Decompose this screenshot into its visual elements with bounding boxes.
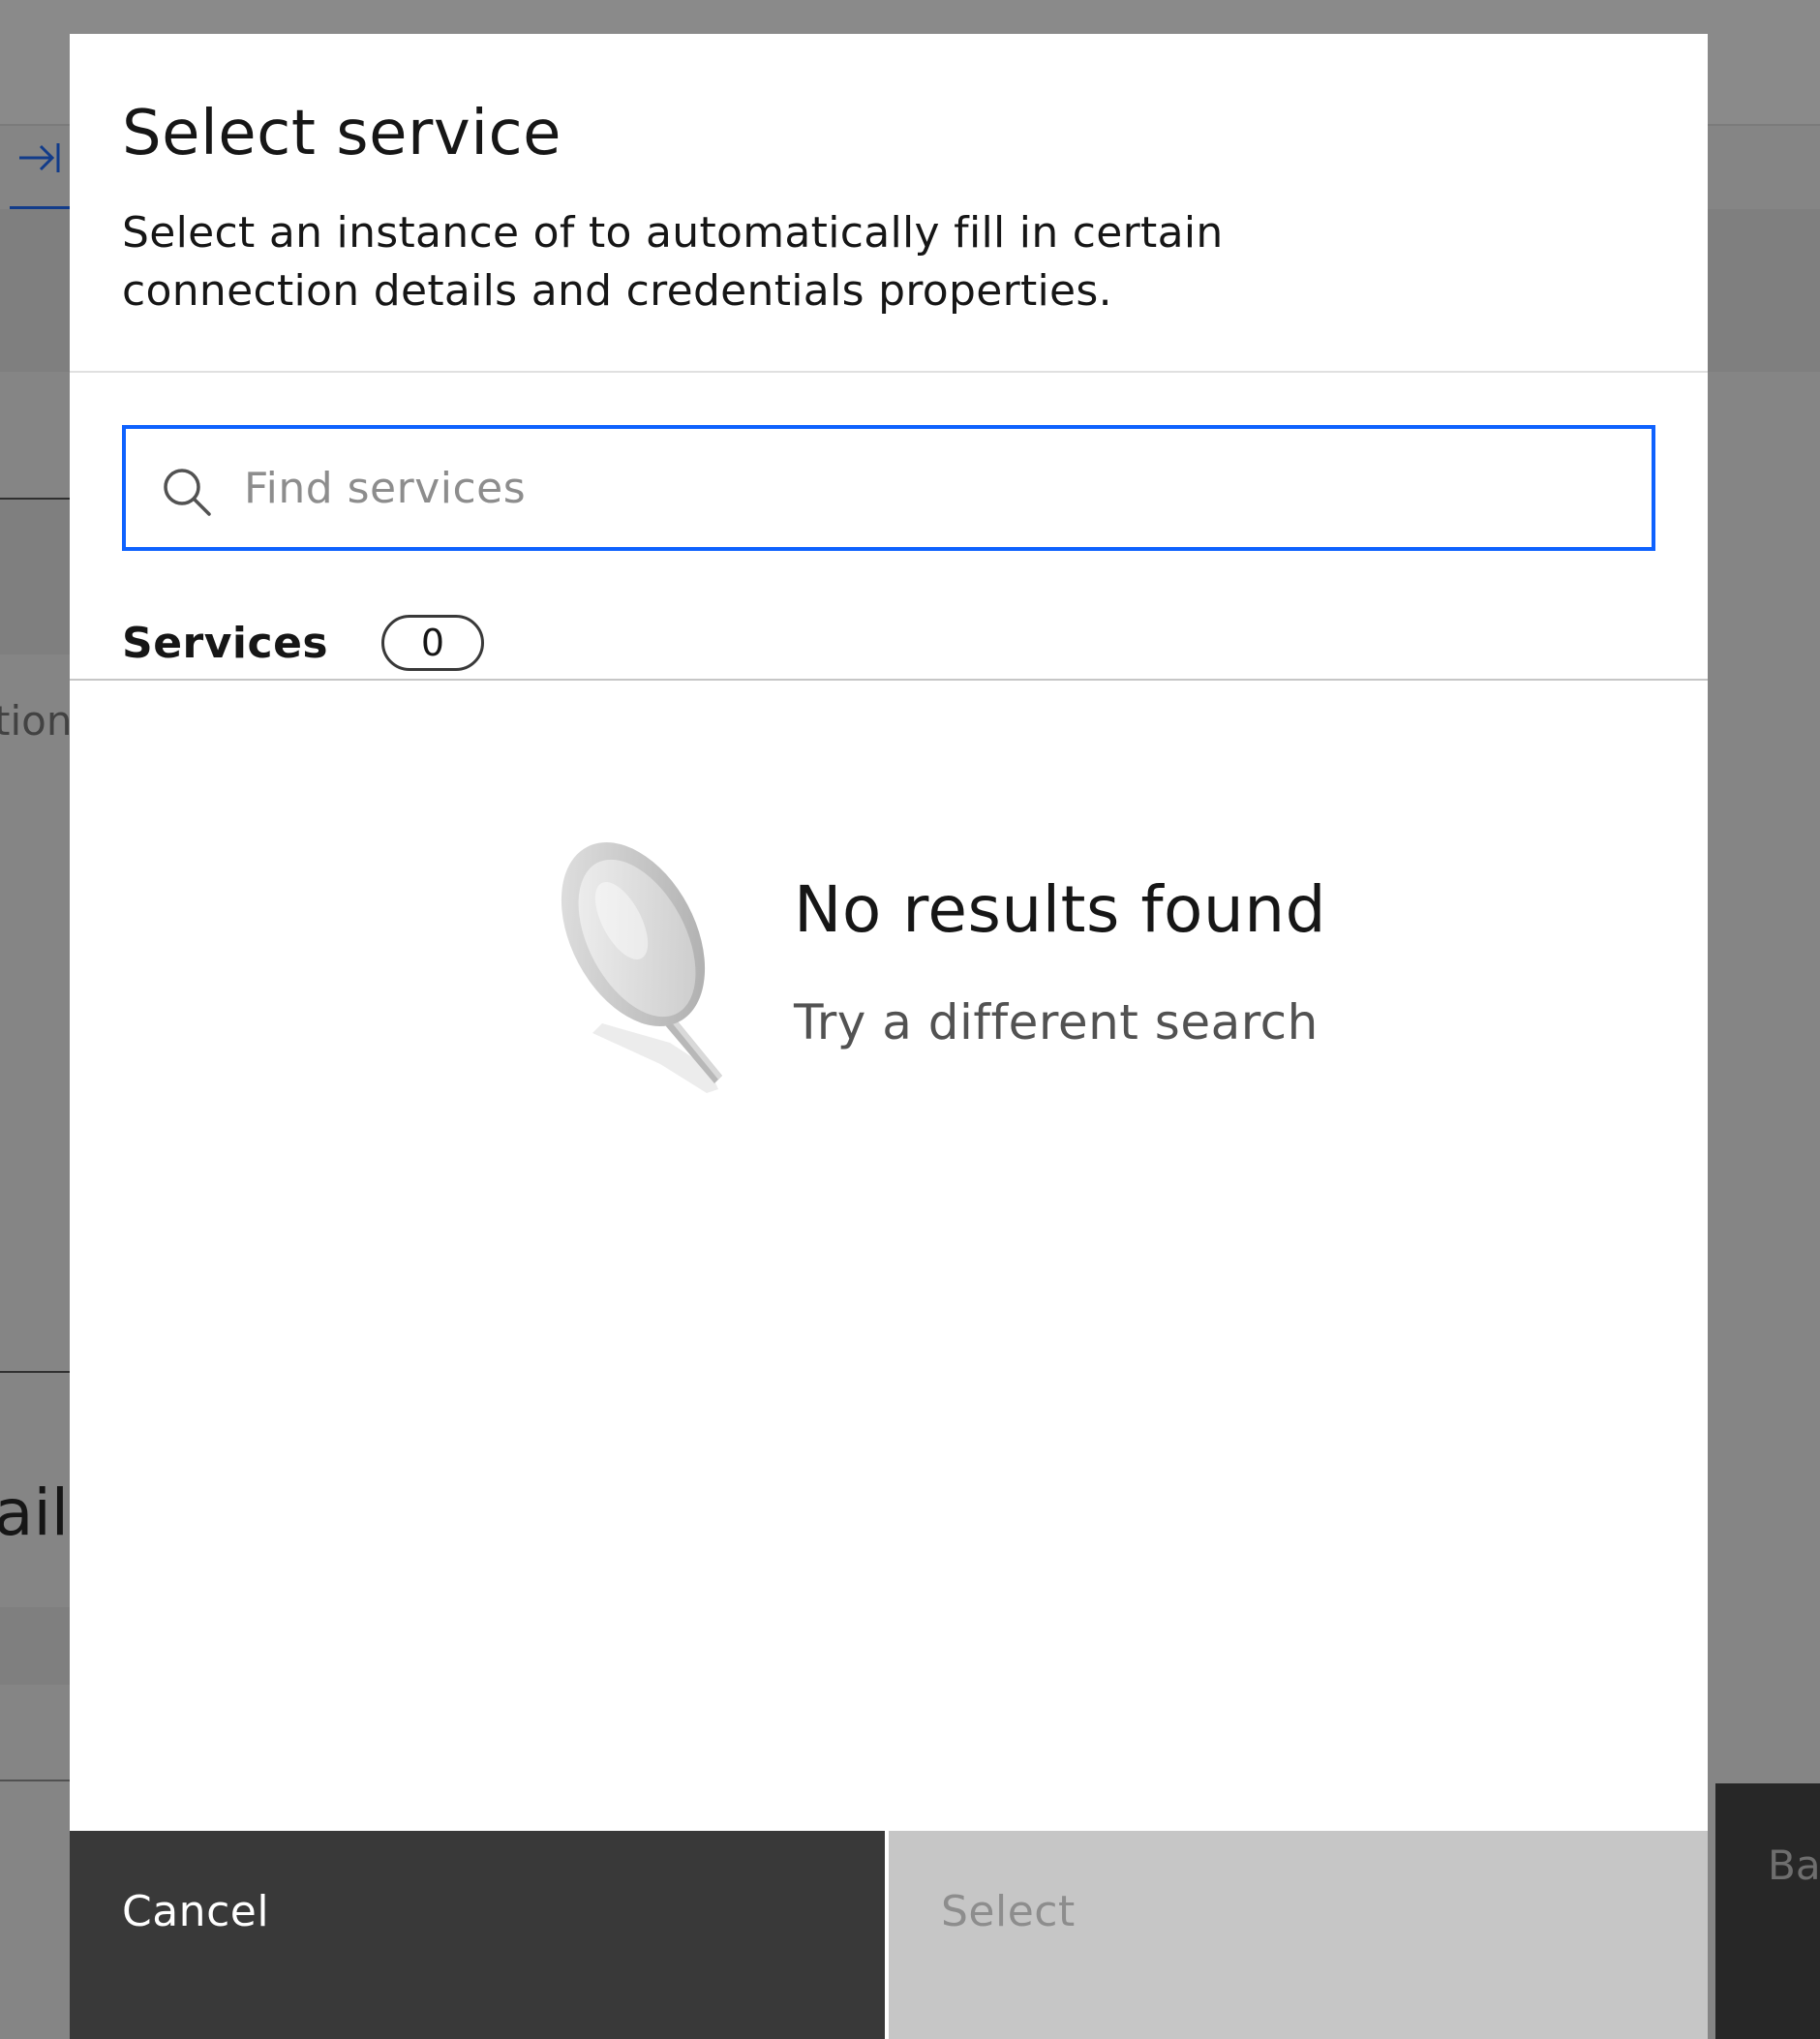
services-count-badge: 0 <box>381 615 484 671</box>
empty-state-title: No results found <box>794 872 1326 947</box>
select-service-modal: Select service Select an instance of to … <box>70 34 1708 2039</box>
modal-title: Select service <box>122 98 562 169</box>
modal-description: Select an instance of to automatically f… <box>122 208 1224 316</box>
select-button[interactable]: Select <box>889 1831 1708 2039</box>
search-box[interactable] <box>122 425 1655 551</box>
search-input[interactable] <box>244 429 1638 547</box>
services-divider <box>70 679 1708 681</box>
select-button-label: Select <box>941 1887 1076 1936</box>
search-icon <box>164 469 211 516</box>
services-label: Services <box>122 619 329 668</box>
magnifying-glass-icon <box>561 842 722 1093</box>
modal-footer: Cancel Select <box>70 1831 1708 2039</box>
cancel-button-label: Cancel <box>122 1887 270 1936</box>
cancel-button[interactable]: Cancel <box>70 1831 885 2039</box>
modal-header: Select service Select an instance of to … <box>70 34 1708 373</box>
empty-state-subtitle: Try a different search <box>794 994 1319 1050</box>
empty-state: No results found Try a different search <box>70 828 1708 1138</box>
